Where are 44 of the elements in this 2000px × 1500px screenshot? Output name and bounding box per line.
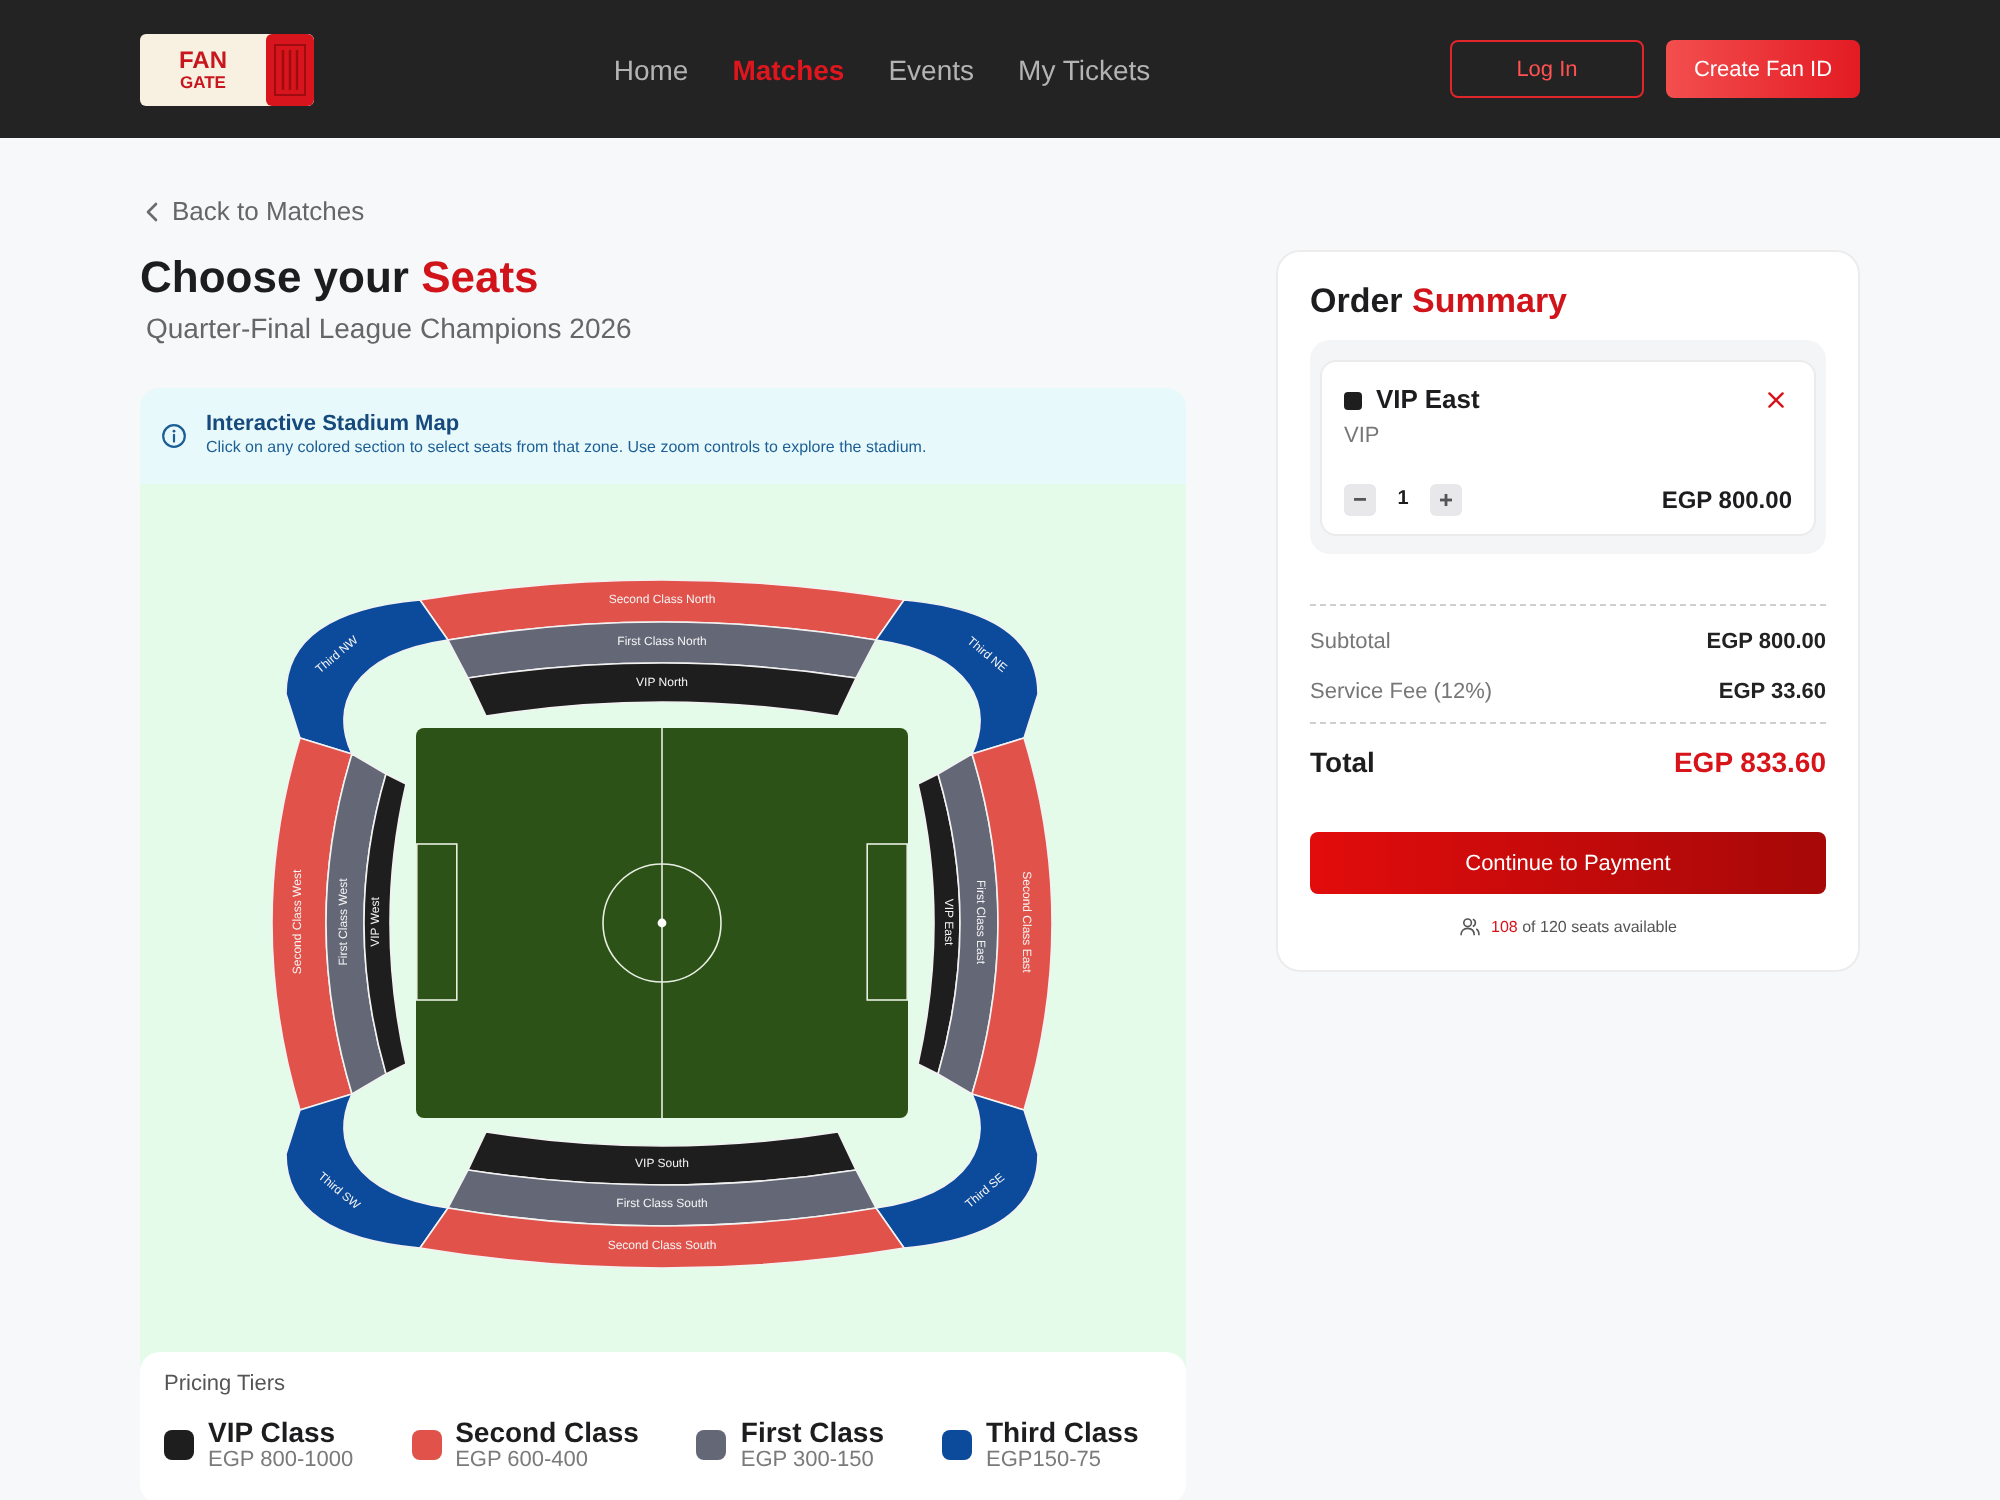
tier-name: Second Class [455,1415,639,1447]
total-value: EGP 833.60 [1673,746,1826,780]
quantity-value: 1 [1395,486,1411,514]
seat-tier-label: VIP [1344,422,1382,450]
tier-name: Third Class [986,1415,1139,1447]
close-icon [1768,392,1784,408]
info-text: Click on any colored section to select seats from that zone. Use zoom controls to explore the stadium. [206,438,927,458]
nav-tab[interactable]: Matches [732,51,845,87]
summary-label: Subtotal [1310,628,1391,656]
remove-button[interactable] [1768,392,1784,408]
tier-name: VIP Class [208,1415,338,1447]
summary-value: EGP 33.60 [1718,678,1826,706]
back-link[interactable]: Back to Matches [146,194,365,228]
increase-button[interactable] [1430,484,1462,516]
item-price: EGP 800.00 [1661,484,1792,516]
nav-tab[interactable]: Events [888,51,975,87]
chevron-left-icon [146,201,158,221]
tier-price: EGP150-75 [986,1447,1103,1473]
plus-icon [1440,494,1452,506]
info-title: Interactive Stadium Map [206,412,462,438]
seat-availability-text: 108 of 120 seats available [1491,916,1677,938]
primary-button[interactable]: Create Fan ID [1665,40,1860,98]
match-subtitle: Quarter-Final League Champions 2026 [146,309,634,345]
decrease-button[interactable] [1344,484,1376,516]
logo[interactable]: FAN GATE [140,33,314,105]
outline-button[interactable]: Log In [1449,40,1644,98]
order-summary-title: Order Summary [1310,282,1570,322]
total-label: Total [1310,746,1375,780]
continue-payment-button[interactable]: Continue to Payment [1310,832,1826,894]
info-icon [162,423,186,447]
tier-name: First Class [740,1415,884,1447]
seat-section-name: VIP East [1376,384,1482,416]
users-icon [1459,918,1480,936]
page-title: Choose your Seats [140,251,541,303]
nav-tab[interactable]: My Tickets [1018,51,1151,87]
tier-price: EGP 800-1000 [208,1447,354,1473]
ticket-stub-icon [266,33,314,105]
pricing-label: Pricing Tiers [164,1369,288,1397]
minus-icon [1354,498,1366,502]
tier-price: EGP 600-400 [455,1447,591,1473]
tier-price: EGP 300-150 [740,1447,876,1473]
nav-tab[interactable]: Home [613,51,689,87]
summary-value: EGP 800.00 [1706,628,1826,656]
summary-label: Service Fee (12%) [1310,678,1493,706]
